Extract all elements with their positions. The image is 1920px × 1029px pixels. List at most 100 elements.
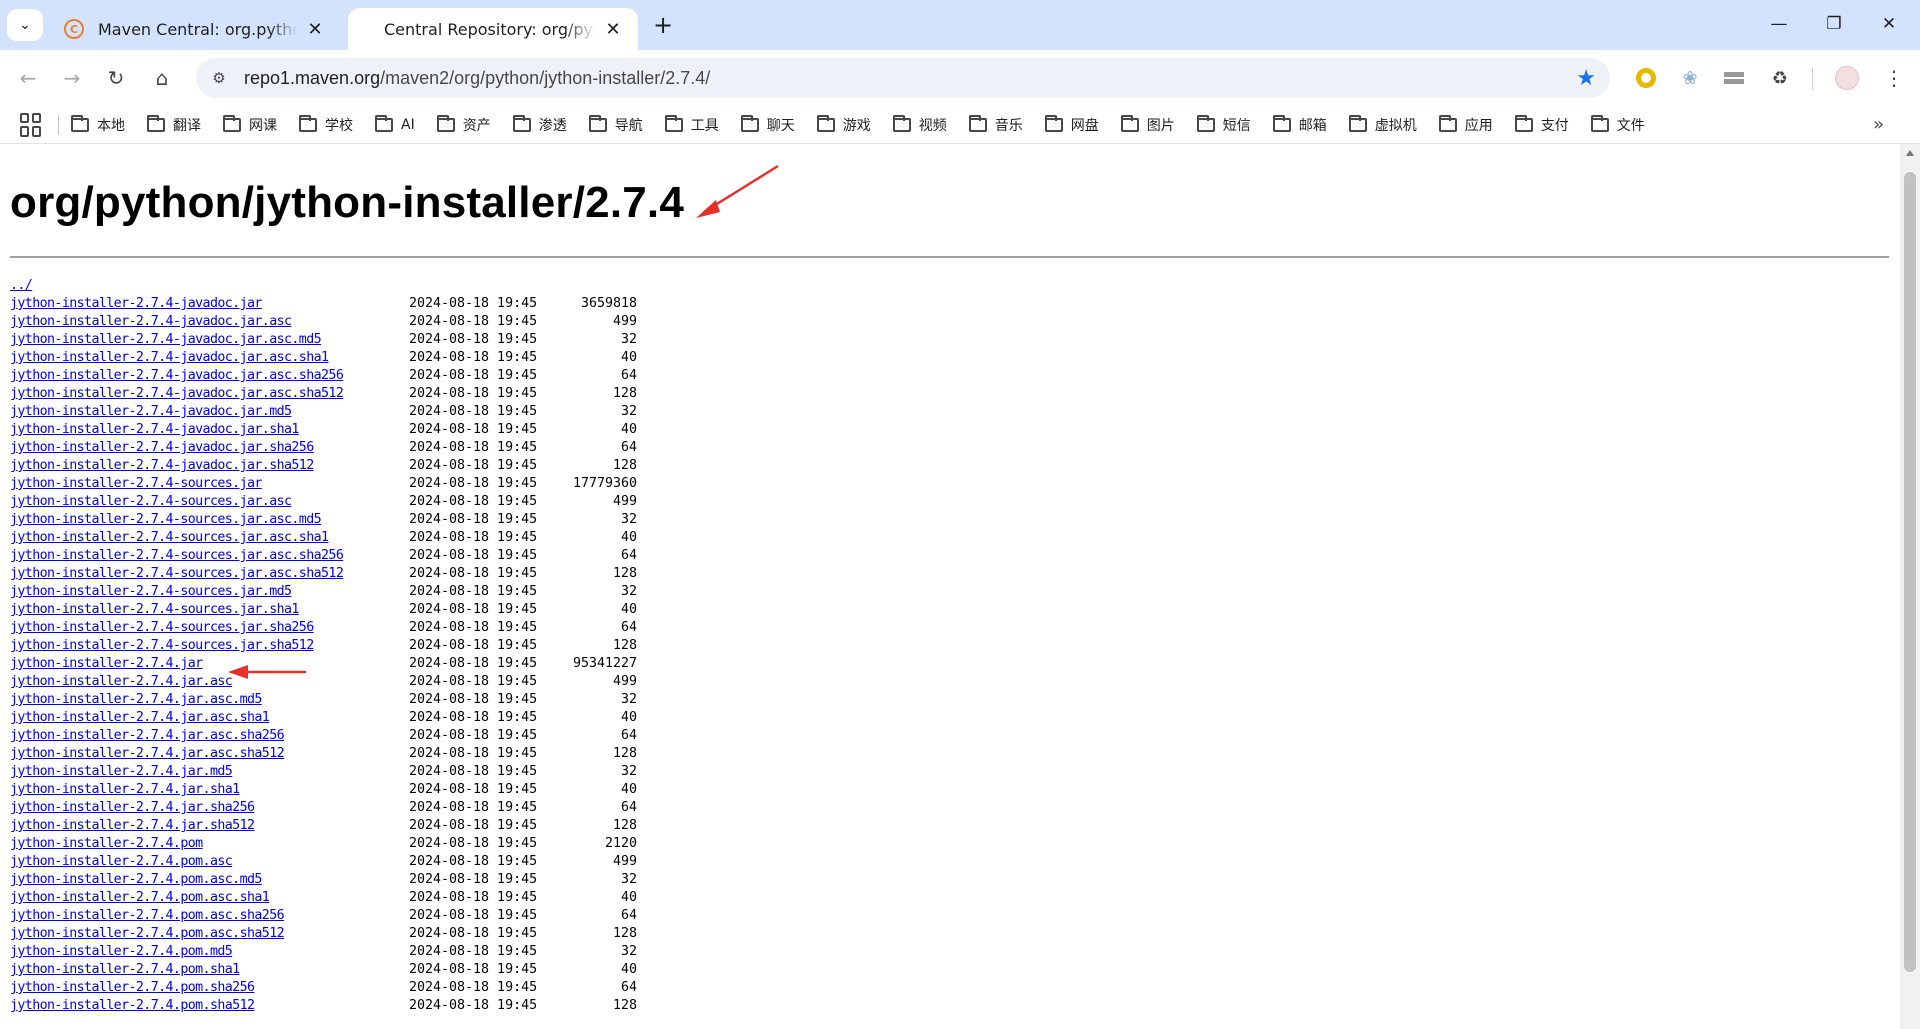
file-link[interactable]: jython-installer-2.7.4.jar.md5	[10, 763, 409, 781]
extension-stack-icon[interactable]	[1720, 64, 1748, 92]
bookmark-folder[interactable]: 工具	[664, 114, 719, 135]
bookmark-folder[interactable]: 文件	[1590, 114, 1645, 135]
file-size: 40	[620, 350, 637, 365]
restore-button[interactable]: ❐	[1811, 8, 1857, 40]
extension-ribbon-icon[interactable]: ❀	[1676, 64, 1704, 92]
kebab-menu-icon[interactable]: ⋮	[1880, 64, 1908, 92]
file-link[interactable]: jython-installer-2.7.4.jar.asc.sha1	[10, 709, 409, 727]
file-link[interactable]: jython-installer-2.7.4-javadoc.jar.asc.m…	[10, 331, 409, 349]
bookmark-folder[interactable]: 本地	[71, 114, 125, 135]
file-link[interactable]: jython-installer-2.7.4-sources.jar.sha1	[10, 601, 409, 619]
bookmark-folder[interactable]: 短信	[1196, 114, 1251, 135]
bookmark-folder[interactable]: 资产	[436, 114, 491, 135]
profile-avatar[interactable]	[1833, 64, 1861, 92]
file-link[interactable]: jython-installer-2.7.4.pom.sha1	[10, 961, 409, 979]
extension-yellow-ring-icon[interactable]	[1632, 64, 1660, 92]
file-link[interactable]: jython-installer-2.7.4-sources.jar.asc.s…	[10, 529, 409, 547]
new-tab-button[interactable]: +	[650, 11, 676, 39]
file-link[interactable]: jython-installer-2.7.4.jar.sha1	[10, 781, 409, 799]
file-link[interactable]: jython-installer-2.7.4-sources.jar.sha25…	[10, 619, 409, 637]
apps-grid-icon[interactable]	[20, 112, 44, 137]
file-link[interactable]: jython-installer-2.7.4-sources.jar	[10, 475, 409, 493]
file-link[interactable]: jython-installer-2.7.4-javadoc.jar.md5	[10, 403, 409, 421]
bookmark-label: 游戏	[842, 117, 871, 134]
file-link[interactable]: jython-installer-2.7.4.pom.asc.sha256	[10, 907, 409, 925]
close-icon[interactable]: ✕	[602, 18, 624, 40]
file-link[interactable]: jython-installer-2.7.4-javadoc.jar.sha51…	[10, 457, 409, 475]
site-info-button[interactable]: ⚙	[204, 63, 234, 93]
file-link[interactable]: jython-installer-2.7.4.pom.asc	[10, 853, 409, 871]
file-link[interactable]: jython-installer-2.7.4.jar.asc.sha256	[10, 727, 409, 745]
close-window-button[interactable]: ✕	[1866, 8, 1912, 40]
bookmark-folder[interactable]: 支付	[1514, 114, 1569, 135]
url-host: repo1.maven.org	[244, 67, 381, 88]
scrollbar-thumb[interactable]	[1904, 172, 1916, 972]
bookmark-folder[interactable]: 网盘	[1044, 114, 1099, 135]
parent-directory-link[interactable]: ../	[10, 277, 409, 295]
file-link[interactable]: jython-installer-2.7.4-javadoc.jar.asc	[10, 313, 409, 331]
url-text[interactable]: repo1.maven.org/maven2/org/python/jython…	[244, 68, 710, 89]
file-link[interactable]: jython-installer-2.7.4.jar	[10, 655, 409, 673]
file-link[interactable]: jython-installer-2.7.4-sources.jar.asc.s…	[10, 565, 409, 583]
file-link[interactable]: jython-installer-2.7.4.pom.asc.sha512	[10, 925, 409, 943]
minimize-button[interactable]: —	[1756, 8, 1802, 40]
tab-central-repository[interactable]: Central Repository: org/python/jython-in…	[348, 8, 638, 50]
file-link[interactable]: jython-installer-2.7.4.pom.sha512	[10, 997, 409, 1015]
file-row: jython-installer-2.7.4-javadoc.jar.asc.m…	[10, 331, 637, 349]
file-link[interactable]: jython-installer-2.7.4.jar.asc	[10, 673, 409, 691]
bookmark-folder[interactable]: 音乐	[968, 114, 1023, 135]
extensions-puzzle-icon[interactable]: ♻	[1766, 64, 1794, 92]
file-link[interactable]: jython-installer-2.7.4.pom.asc.sha1	[10, 889, 409, 907]
file-size: 32	[620, 764, 637, 779]
file-link[interactable]: jython-installer-2.7.4.jar.sha512	[10, 817, 409, 835]
address-bar[interactable]: ⚙ repo1.maven.org/maven2/org/python/jyth…	[196, 58, 1610, 98]
file-link[interactable]: jython-installer-2.7.4-javadoc.jar.sha25…	[10, 439, 409, 457]
file-link[interactable]: jython-installer-2.7.4-javadoc.jar.asc.s…	[10, 349, 409, 367]
file-link[interactable]: jython-installer-2.7.4.jar.asc.sha512	[10, 745, 409, 763]
close-icon[interactable]: ✕	[304, 18, 326, 40]
file-link[interactable]: jython-installer-2.7.4.pom	[10, 835, 409, 853]
bookmark-folder[interactable]: 翻译	[147, 114, 201, 135]
file-link[interactable]: jython-installer-2.7.4.jar.asc.md5	[10, 691, 409, 709]
bookmark-star-icon[interactable]: ★	[1576, 66, 1596, 91]
home-button[interactable]: ⌂	[146, 62, 178, 94]
file-link[interactable]: jython-installer-2.7.4-sources.jar.sha51…	[10, 637, 409, 655]
file-link[interactable]: jython-installer-2.7.4-javadoc.jar.asc.s…	[10, 367, 409, 385]
bookmark-folder[interactable]: 图片	[1120, 114, 1175, 135]
reload-button[interactable]: ↻	[100, 62, 132, 94]
tab-maven-central[interactable]: C Maven Central: org.python:jython-insta…	[50, 8, 340, 50]
chevron-double-right-icon[interactable]: »	[1873, 114, 1884, 135]
bookmark-folder[interactable]: 学校	[299, 114, 353, 135]
file-link[interactable]: jython-installer-2.7.4-javadoc.jar.asc.s…	[10, 385, 409, 403]
bookmark-folder[interactable]: 邮箱	[1272, 114, 1327, 135]
file-link[interactable]: jython-installer-2.7.4-javadoc.jar.sha1	[10, 421, 409, 439]
bookmark-folder[interactable]: 导航	[588, 114, 643, 135]
tab-search-button[interactable]: ⌄	[7, 9, 43, 41]
bookmark-folder[interactable]: 视频	[892, 114, 947, 135]
bookmark-folder[interactable]: 虚拟机	[1348, 114, 1417, 135]
forward-button[interactable]: →	[56, 62, 88, 94]
bookmark-folder[interactable]: 网课	[223, 114, 277, 135]
file-link[interactable]: jython-installer-2.7.4-javadoc.jar	[10, 295, 409, 313]
bookmark-folder[interactable]: 聊天	[740, 114, 795, 135]
bookmark-folder[interactable]: AI	[375, 114, 415, 133]
file-link[interactable]: jython-installer-2.7.4-sources.jar.asc.m…	[10, 511, 409, 529]
file-row: jython-installer-2.7.4-javadoc.jar.asc.s…	[10, 385, 637, 403]
page-scrollbar[interactable]	[1900, 144, 1920, 1029]
file-row: jython-installer-2.7.4.jar.sha1 2024-08-1…	[10, 781, 637, 799]
file-link[interactable]: jython-installer-2.7.4.jar.sha256	[10, 799, 409, 817]
scroll-up-arrow-icon[interactable]	[1906, 150, 1914, 156]
tab-title: Central Repository: org/python/jython-in…	[384, 19, 596, 39]
bookmark-folder[interactable]: 应用	[1438, 114, 1493, 135]
directory-listing-page: org/python/jython-installer/2.7.4 ../ jy…	[0, 144, 1920, 1029]
file-size: 64	[620, 728, 637, 743]
file-link[interactable]: jython-installer-2.7.4.pom.md5	[10, 943, 409, 961]
file-link[interactable]: jython-installer-2.7.4.pom.asc.md5	[10, 871, 409, 889]
bookmark-folder[interactable]: 渗透	[512, 114, 567, 135]
file-link[interactable]: jython-installer-2.7.4.pom.sha256	[10, 979, 409, 997]
file-link[interactable]: jython-installer-2.7.4-sources.jar.asc.s…	[10, 547, 409, 565]
bookmark-folder[interactable]: 游戏	[816, 114, 871, 135]
back-button[interactable]: ←	[12, 62, 44, 94]
file-link[interactable]: jython-installer-2.7.4-sources.jar.asc	[10, 493, 409, 511]
file-link[interactable]: jython-installer-2.7.4-sources.jar.md5	[10, 583, 409, 601]
